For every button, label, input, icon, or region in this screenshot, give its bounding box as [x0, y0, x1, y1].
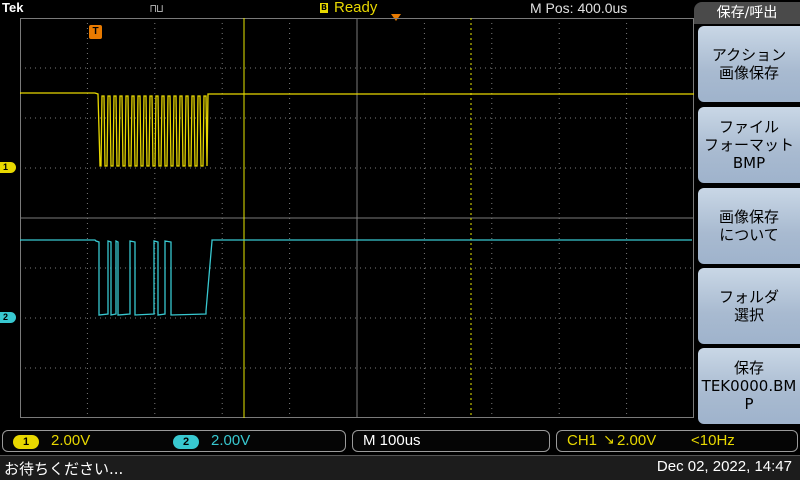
vertical-readouts[interactable]: 1 2.00V 2 2.00V [2, 430, 346, 452]
menu-button-about-save[interactable]: 画像保存 について [698, 188, 800, 264]
ch2-waveform [20, 239, 692, 316]
horizontal-position-readout: M Pos: 400.0us [530, 0, 628, 16]
trigger-frequency: <10Hz [691, 432, 735, 449]
trigger-level: 2.00V [617, 432, 657, 449]
menu-button-save[interactable]: 保存 TEK0000.BM P [698, 348, 800, 424]
menu-button-action[interactable]: アクション 画像保存 [698, 26, 800, 102]
status-message: お待ちください... [4, 460, 124, 478]
ch2-ground-marker[interactable]: 2 [0, 312, 16, 323]
acquisition-status: Ready [334, 0, 378, 16]
date-time: Dec 02, 2022, 14:47 [656, 458, 792, 475]
menu-button-file-format[interactable]: ファイル フォーマット BMP [698, 107, 800, 183]
ch2-scale: 2.00V [211, 432, 251, 449]
ready-status-icon: B [320, 3, 328, 13]
graticule [20, 18, 694, 418]
timebase-readout: M 100us [363, 432, 421, 449]
menu-button-select-folder[interactable]: フォルダ 選択 [698, 268, 800, 344]
trigger-time-marker-icon: T [89, 25, 102, 39]
trigger-readout-box[interactable]: CH1 ↘ 2.00V <10Hz [556, 430, 798, 452]
ch1-scale: 2.00V [51, 432, 91, 449]
side-menu: 保存/呼出 アクション 画像保存 ファイル フォーマット BMP 画像保存 につ… [694, 0, 800, 428]
ch1-chip: 1 [13, 435, 39, 449]
brand-logo: Tek [2, 0, 24, 15]
falling-edge-icon: ↘ [603, 432, 615, 448]
timebase-readout-box[interactable]: M 100us [352, 430, 550, 452]
menu-title: 保存/呼出 [694, 2, 800, 24]
trigger-source: CH1 [567, 432, 598, 449]
acquisition-run-icon: ⊓⊔ [150, 2, 164, 15]
top-status-bar: Tek ⊓⊔ B Ready M Pos: 400.0us [0, 0, 694, 18]
message-bar: お待ちください... Dec 02, 2022, 14:47 [0, 455, 800, 480]
readout-bar: 1 2.00V 2 2.00V M 100us CH1 ↘ 2.00V <10H… [0, 430, 800, 454]
ch1-ground-marker[interactable]: 1 [0, 162, 16, 173]
ch2-chip: 2 [173, 435, 199, 449]
waveform-display[interactable] [20, 18, 694, 418]
